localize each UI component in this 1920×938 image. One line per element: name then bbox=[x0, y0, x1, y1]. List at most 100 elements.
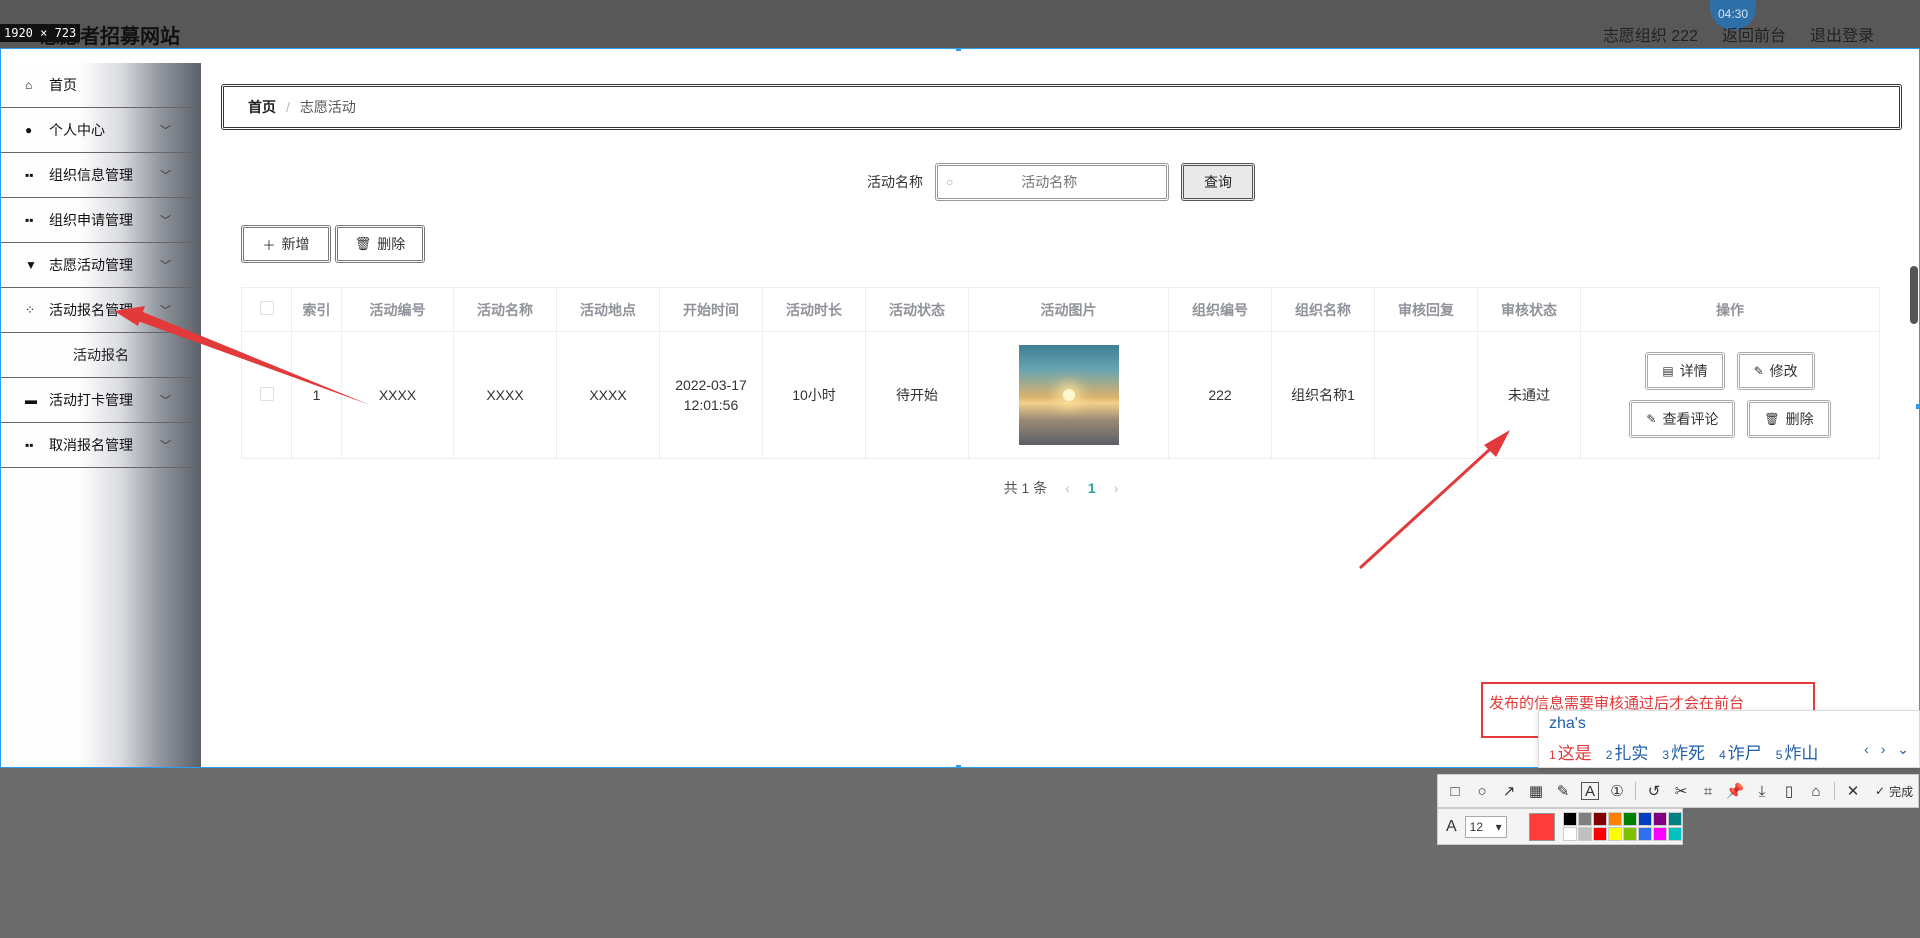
row-checkbox[interactable] bbox=[259, 386, 274, 401]
color-swatch[interactable] bbox=[1563, 812, 1577, 826]
ocr-icon[interactable]: ⌗ bbox=[1699, 782, 1717, 800]
activity-table: 索引 活动编号 活动名称 活动地点 开始时间 活动时长 活动状态 活动图片 组织… bbox=[241, 287, 1880, 459]
next-page-icon[interactable]: › bbox=[1114, 480, 1119, 496]
color-swatch[interactable] bbox=[1593, 812, 1607, 826]
color-swatch[interactable] bbox=[1668, 827, 1682, 841]
user-icon: ● bbox=[25, 123, 33, 137]
scrollbar-thumb[interactable] bbox=[1910, 266, 1918, 324]
ime-candidate[interactable]: 5 炸山 bbox=[1776, 739, 1819, 764]
number-tool-icon[interactable]: ① bbox=[1608, 782, 1626, 800]
edit-button[interactable]: ✎ 修改 bbox=[1736, 352, 1815, 390]
text-tool-icon[interactable]: A bbox=[1581, 782, 1599, 800]
font-size-value: 12 bbox=[1469, 819, 1484, 834]
undo-icon[interactable]: ↺ bbox=[1645, 782, 1663, 800]
brush-icon: ▼ bbox=[25, 258, 37, 272]
sidebar-item-org-apply[interactable]: ▪▪ 组织申请管理 ﹀ bbox=[1, 198, 201, 243]
capture-handle[interactable] bbox=[1916, 404, 1919, 409]
scissors-icon[interactable]: ✂ bbox=[1672, 782, 1690, 800]
font-size-select[interactable]: 12 ▾ bbox=[1464, 815, 1507, 838]
check-icon: ✓ bbox=[1875, 784, 1886, 798]
color-swatch[interactable] bbox=[1578, 827, 1592, 841]
sidebar-item-label: 组织信息管理 bbox=[49, 167, 133, 183]
column-header: 索引 bbox=[291, 287, 342, 332]
sidebar-item-activity[interactable]: ▼ 志愿活动管理 ﹀ bbox=[1, 243, 201, 288]
search-input[interactable] bbox=[959, 174, 1140, 190]
capture-handle[interactable] bbox=[956, 49, 961, 51]
color-swatch[interactable] bbox=[1623, 827, 1637, 841]
ime-page-nav[interactable]: ‹ › ⌄ bbox=[1864, 741, 1913, 758]
color-swatch[interactable] bbox=[1623, 812, 1637, 826]
done-button[interactable]: ✓ 完成 bbox=[1875, 783, 1913, 800]
sidebar-item-org-info[interactable]: ▪▪ 组织信息管理 ﹀ bbox=[1, 153, 201, 198]
ime-candidate[interactable]: 4 诈尸 bbox=[1719, 739, 1762, 764]
ime-candidate[interactable]: 3 炸死 bbox=[1662, 739, 1705, 764]
column-header: 操作 bbox=[1580, 287, 1880, 332]
copy-icon[interactable]: ▯ bbox=[1780, 782, 1798, 800]
pagination-total: 共 1 条 bbox=[1003, 480, 1048, 496]
color-swatch[interactable] bbox=[1578, 812, 1592, 826]
cell-review-reply bbox=[1374, 331, 1478, 459]
breadcrumb-home[interactable]: 首页 bbox=[248, 97, 276, 117]
sidebar-item-cancel[interactable]: ▪▪ 取消报名管理 ﹀ bbox=[1, 423, 201, 468]
sidebar-item-profile[interactable]: ● 个人中心 ﹀ bbox=[1, 108, 201, 153]
pin-icon[interactable]: 📌 bbox=[1726, 782, 1745, 800]
arrow-tool-icon[interactable]: ↗ bbox=[1500, 782, 1518, 800]
pen-tool-icon[interactable]: ✎ bbox=[1554, 782, 1572, 800]
close-icon[interactable]: ✕ bbox=[1844, 782, 1862, 800]
table-header-row: 索引 活动编号 活动名称 活动地点 开始时间 活动时长 活动状态 活动图片 组织… bbox=[241, 287, 1880, 332]
logout-link[interactable]: 退出登录 bbox=[1810, 22, 1874, 46]
search-button[interactable]: 查询 bbox=[1181, 163, 1255, 201]
cell-index: 1 bbox=[291, 331, 342, 459]
color-swatch[interactable] bbox=[1608, 827, 1622, 841]
color-swatch[interactable] bbox=[1653, 827, 1667, 841]
ime-candidate[interactable]: 2 扎实 bbox=[1606, 739, 1649, 764]
color-swatch[interactable] bbox=[1653, 812, 1667, 826]
edit-icon: ✎ bbox=[1753, 364, 1764, 378]
bookmark-icon[interactable]: ⌂ bbox=[1807, 782, 1825, 800]
start-date: 2022-03-17 bbox=[675, 377, 747, 393]
ime-candidate[interactable]: 1 这是 bbox=[1549, 739, 1592, 764]
column-header: 活动名称 bbox=[453, 287, 557, 332]
view-comments-button[interactable]: ✎ 查看评论 bbox=[1629, 400, 1736, 438]
edit-icon: ✎ bbox=[1646, 412, 1657, 426]
capture-handle[interactable] bbox=[956, 765, 961, 767]
sidebar-item-label: 组织申请管理 bbox=[49, 212, 133, 228]
add-button[interactable]: ＋ 新增 bbox=[241, 225, 331, 263]
color-swatch[interactable] bbox=[1638, 827, 1652, 841]
cell-review-status: 未通过 bbox=[1477, 331, 1581, 459]
cell-status: 待开始 bbox=[865, 331, 969, 459]
color-swatch[interactable] bbox=[1668, 812, 1682, 826]
sidebar-subitem-signup[interactable]: 活动报名 bbox=[1, 333, 201, 378]
color-swatch[interactable] bbox=[1608, 812, 1622, 826]
ellipse-tool-icon[interactable]: ○ bbox=[1473, 782, 1491, 800]
sidebar-item-signup-mgmt[interactable]: ⁘ 活动报名管理 ﹀ bbox=[1, 288, 201, 333]
mosaic-tool-icon[interactable]: ▦ bbox=[1527, 782, 1545, 800]
main-content: 首页 / 志愿活动 活动名称 ○ 查询 ＋ 新增 🗑 删除 bbox=[201, 63, 1919, 767]
rectangle-tool-icon[interactable]: □ bbox=[1446, 782, 1464, 800]
select-all-checkbox[interactable] bbox=[259, 301, 274, 315]
column-header: 活动时长 bbox=[762, 287, 866, 332]
color-swatch[interactable] bbox=[1593, 827, 1607, 841]
delete-button[interactable]: 🗑 删除 bbox=[335, 225, 425, 263]
page-number[interactable]: 1 bbox=[1088, 480, 1096, 496]
sidebar-item-label: 活动报名管理 bbox=[49, 302, 133, 318]
prev-page-icon[interactable]: ‹ bbox=[1065, 480, 1070, 496]
chevron-down-icon: ▾ bbox=[1495, 819, 1502, 834]
sidebar-item-checkin[interactable]: ▬ 活动打卡管理 ﹀ bbox=[1, 378, 201, 423]
sidebar-item-home[interactable]: ⌂ 首页 bbox=[1, 63, 201, 108]
row-delete-button[interactable]: 🗑 删除 bbox=[1747, 400, 1831, 438]
frontend-link[interactable]: 返回前台 bbox=[1722, 22, 1786, 46]
chevron-down-icon: ﹀ bbox=[160, 440, 171, 452]
sidebar-item-label: 个人中心 bbox=[49, 122, 105, 138]
color-swatch[interactable] bbox=[1638, 812, 1652, 826]
detail-button[interactable]: ▤ 详情 bbox=[1645, 352, 1725, 390]
home-icon: ⌂ bbox=[25, 78, 33, 92]
download-icon[interactable]: ⤓ bbox=[1753, 782, 1771, 800]
cell-place: XXXX bbox=[556, 331, 660, 459]
activity-image[interactable] bbox=[1018, 345, 1119, 445]
column-header: 活动编号 bbox=[341, 287, 454, 332]
color-swatch[interactable] bbox=[1563, 827, 1577, 841]
current-color-swatch[interactable] bbox=[1528, 812, 1555, 841]
color-palette bbox=[1563, 812, 1682, 841]
sidebar-item-label: 首页 bbox=[49, 77, 77, 93]
